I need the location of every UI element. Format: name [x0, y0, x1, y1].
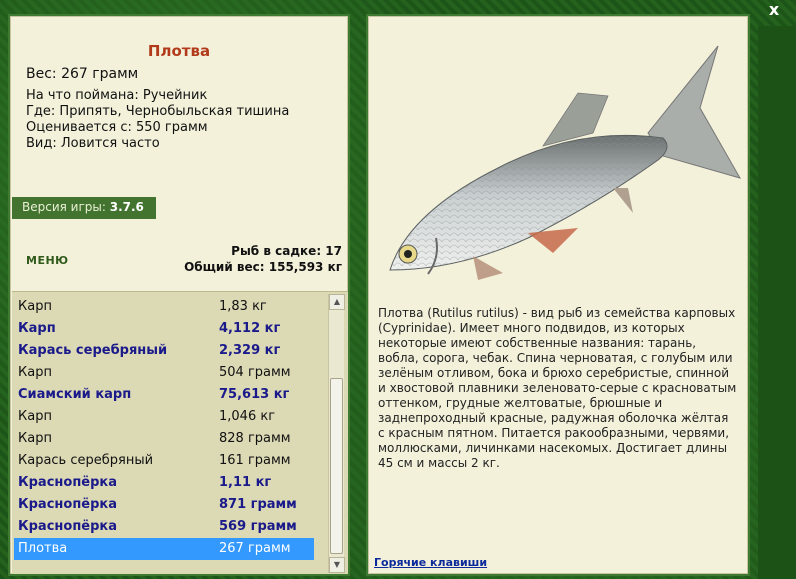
catch-name: Карп [18, 409, 52, 424]
catch-name: Карп [18, 299, 52, 314]
list-item[interactable]: Карп 828 грамм [14, 428, 314, 450]
catch-list[interactable]: Карп 1,83 кг Карп 4,112 кг Карась серебряный… [12, 291, 348, 574]
fish-info-panel: Плотва Вес: 267 грамм На что поймана: Ру… [8, 14, 350, 576]
catch-weight: 1,046 кг [219, 409, 276, 424]
close-icon[interactable]: x [764, 0, 784, 20]
catch-weight: 1,11 кг [219, 475, 272, 490]
kind-info: Вид: Ловится часто [26, 136, 160, 151]
fish-image [389, 45, 742, 280]
value-info: Оценивается с: 550 грамм [26, 120, 208, 135]
side-strip [758, 26, 796, 579]
hotkeys-link[interactable]: Горячие клавиши [374, 556, 487, 569]
catch-weight: 161 грамм [219, 453, 291, 468]
catch-name: Плотва [18, 541, 68, 556]
scroll-thumb[interactable] [330, 378, 343, 554]
keepnet-stats: Рыб в садке: 17 Общий вес: 155,593 кг [184, 243, 342, 275]
list-item[interactable]: Краснопёрка 871 грамм [14, 494, 314, 516]
fish-count: Рыб в садке: 17 [231, 244, 342, 258]
catch-weight: 828 грамм [219, 431, 291, 446]
list-item[interactable]: Карась серебряный 2,329 кг [14, 340, 314, 362]
bait-info: На что поймана: Ручейник [26, 88, 208, 103]
catch-name: Краснопёрка [18, 475, 118, 490]
list-item[interactable]: Карп 4,112 кг [14, 318, 314, 340]
version-number: 3.7.6 [109, 200, 144, 214]
total-weight: Общий вес: 155,593 кг [184, 260, 342, 274]
catch-weight: 1,83 кг [219, 299, 267, 314]
catch-name: Карп [18, 365, 52, 380]
list-item[interactable]: Плотва 267 грамм [14, 538, 314, 560]
catch-name: Сиамский карп [18, 387, 132, 402]
catch-name: Карась серебряный [18, 343, 168, 358]
list-item[interactable]: Краснопёрка 1,11 кг [14, 472, 314, 494]
catch-weight: 75,613 кг [219, 387, 290, 402]
list-item[interactable]: Карп 1,83 кг [14, 296, 314, 318]
list-item[interactable]: Карась серебряный 161 грамм [14, 450, 314, 472]
version-badge: Версия игры: 3.7.6 [12, 197, 156, 219]
list-scrollbar[interactable]: ▲ ▼ [328, 294, 345, 573]
catch-name: Краснопёрка [18, 497, 118, 512]
catch-weight: 267 грамм [219, 541, 291, 556]
list-item[interactable]: Карп 1,046 кг [14, 406, 314, 428]
catch-name: Карп [18, 321, 56, 336]
fish-description-panel: Плотва (Rutilus rutilus) - вид рыб из се… [366, 14, 750, 576]
fish-title: Плотва [147, 42, 211, 60]
catch-name: Карп [18, 431, 52, 446]
catch-weight: 2,329 кг [219, 343, 281, 358]
menu-button[interactable]: МЕНЮ [26, 254, 69, 267]
catch-name: Краснопёрка [18, 519, 118, 534]
catch-weight: 871 грамм [219, 497, 297, 512]
fish-weight: Вес: 267 грамм [26, 66, 139, 82]
chevron-up-icon[interactable]: ▲ [329, 294, 345, 310]
list-item[interactable]: Карп 504 грамм [14, 362, 314, 384]
list-item[interactable]: Краснопёрка 569 грамм [14, 516, 314, 538]
version-label: Версия игры: [22, 200, 110, 214]
catch-name: Карась серебряный [18, 453, 154, 468]
location-info: Где: Припять, Чернобыльская тишина [26, 104, 290, 119]
chevron-down-icon[interactable]: ▼ [329, 557, 345, 573]
fish-description: Плотва (Rutilus rutilus) - вид рыб из се… [378, 306, 737, 470]
catch-weight: 569 грамм [219, 519, 297, 534]
list-item[interactable]: Сиамский карп 75,613 кг [14, 384, 314, 406]
catch-weight: 504 грамм [219, 365, 291, 380]
catch-weight: 4,112 кг [219, 321, 281, 336]
